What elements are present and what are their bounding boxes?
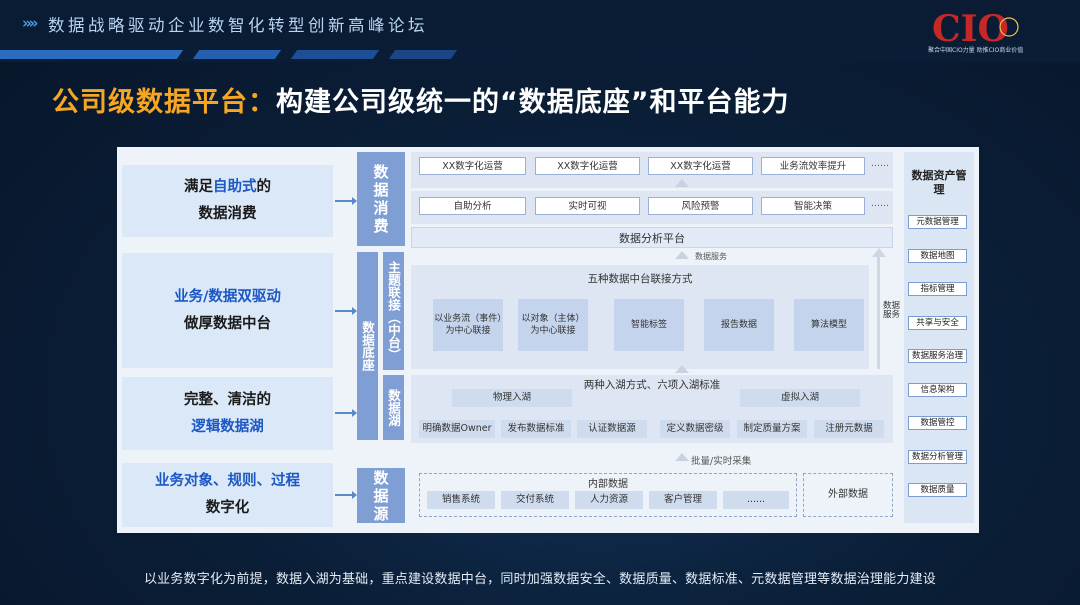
data-service-label: 数据服务 <box>695 251 727 262</box>
app-item: 自助分析 <box>419 197 526 215</box>
side-service-label: 数据服务 <box>883 302 901 321</box>
app-item: 实时可视 <box>535 197 640 215</box>
layer-topic-link: 主题联接（中台） <box>383 252 404 370</box>
external-data: 外部数据 <box>803 473 893 517</box>
chevron-icon: »» <box>22 14 35 32</box>
cio-logo: CIO <box>932 10 1024 44</box>
ingest-label: 批量/实时采集 <box>691 453 751 467</box>
ops-item: 业务流效率提升 <box>761 157 865 175</box>
asset-management-sidebar: 数据资产管理 元数据管理 数据地图 指标管理 共享与安全 数据服务治理 信息架构… <box>904 152 974 523</box>
arrow-right-icon <box>335 412 355 414</box>
physical-ingest: 物理入湖 <box>452 389 572 407</box>
label-line: 数字化 <box>122 495 333 522</box>
label-self-service: 满足自助式的 数据消费 <box>122 165 333 237</box>
layer-data-lake: 数据湖 <box>383 375 404 440</box>
label-digitize: 业务对象、规则、过程 数字化 <box>122 463 333 527</box>
layer-data-source: 数据源 <box>357 468 405 523</box>
header-stripe <box>291 50 379 59</box>
source-system: ...... <box>723 491 789 509</box>
service-bar <box>877 257 880 369</box>
source-system: 交付系统 <box>501 491 569 509</box>
label-line: 完整、清洁的 <box>122 387 333 414</box>
arrow-right-icon <box>335 494 355 496</box>
sidebar-title: 数据资产管理 <box>910 169 968 197</box>
arrow-up-icon <box>675 365 689 373</box>
lake-standard: 认证数据源 <box>577 420 647 438</box>
arrow-up-icon <box>675 179 689 187</box>
label-line: 做厚数据中台 <box>122 311 333 338</box>
caption: 以业务数字化为前提，数据入湖为基础，重点建设数据中台，同时加强数据安全、数据质量… <box>0 568 1080 587</box>
lake-standard: 制定质量方案 <box>737 420 807 438</box>
arrow-up-icon <box>675 453 689 461</box>
sidebar-item: 数据地图 <box>908 249 967 263</box>
topic-title: 五种数据中台联接方式 <box>411 271 869 286</box>
sidebar-item: 元数据管理 <box>908 215 967 229</box>
lake-standard: 注册元数据 <box>814 420 884 438</box>
architecture-diagram: 满足自助式的 数据消费 业务/数据双驱动 做厚数据中台 完整、清洁的 逻辑数据湖… <box>117 147 979 533</box>
sidebar-item: 数据服务治理 <box>908 349 967 363</box>
header-stripe <box>193 50 281 59</box>
topic-card: 智能标签 <box>614 299 684 351</box>
source-system: 客户管理 <box>649 491 717 509</box>
more-ellipsis: …… <box>871 159 889 169</box>
label-line: 业务/数据双驱动 <box>122 284 333 311</box>
label-data-lake: 完整、清洁的 逻辑数据湖 <box>122 377 333 450</box>
conference-title: 数据战略驱动企业数智化转型创新高峰论坛 <box>48 12 428 36</box>
more-ellipsis: …… <box>871 199 889 209</box>
internal-data-label: 内部数据 <box>419 475 797 490</box>
topic-card: 以业务流（事件）为中心联接 <box>433 299 503 351</box>
app-item: 风险预警 <box>648 197 753 215</box>
topic-card: 以对象（主体）为中心联接 <box>518 299 588 351</box>
arrow-right-icon <box>335 200 355 202</box>
ops-item: XX数字化运营 <box>648 157 753 175</box>
ops-item: XX数字化运营 <box>419 157 526 175</box>
header-stripe <box>389 50 457 59</box>
source-system: 人力资源 <box>575 491 643 509</box>
ops-item: XX数字化运营 <box>535 157 640 175</box>
layer-data-consume: 数据消费 <box>357 152 405 246</box>
topic-card: 算法模型 <box>794 299 864 351</box>
label-line: 业务对象、规则、过程 <box>122 468 333 495</box>
lake-standard: 发布数据标准 <box>501 420 571 438</box>
sidebar-item: 数据质量 <box>908 483 967 497</box>
sidebar-item: 共享与安全 <box>908 316 967 330</box>
title-highlight: 公司级数据平台： <box>52 87 276 118</box>
title-rest: 构建公司级统一的“数据底座”和平台能力 <box>276 87 790 118</box>
logo-subtitle: 聚合中国CIO力量 助推CIO商业价值 <box>928 45 1023 54</box>
source-system: 销售系统 <box>427 491 495 509</box>
label-line: 数据消费 <box>122 201 333 228</box>
label-line: 逻辑数据湖 <box>122 414 333 441</box>
arrow-right-icon <box>335 310 355 312</box>
analysis-platform: 数据分析平台 <box>411 227 893 248</box>
arrow-up-icon <box>675 251 689 259</box>
header-stripe <box>0 50 183 59</box>
label-line: 满足自助式的 <box>122 174 333 201</box>
logo-text: CIO <box>932 10 1009 44</box>
app-item: 智能决策 <box>761 197 865 215</box>
virtual-ingest: 虚拟入湖 <box>740 389 860 407</box>
lake-standard: 明确数据Owner <box>419 420 495 438</box>
sidebar-item: 数据管控 <box>908 416 967 430</box>
arrow-up-icon <box>872 248 886 257</box>
sidebar-item: 指标管理 <box>908 282 967 296</box>
page-title: 公司级数据平台：构建公司级统一的“数据底座”和平台能力 <box>52 80 790 119</box>
lake-standard: 定义数据密级 <box>660 420 730 438</box>
layer-data-base: 数据底座 <box>357 252 378 440</box>
label-dual-drive: 业务/数据双驱动 做厚数据中台 <box>122 253 333 368</box>
topic-card: 报告数据 <box>704 299 774 351</box>
sidebar-item: 数据分析管理 <box>908 450 967 464</box>
sidebar-item: 信息架构 <box>908 383 967 397</box>
